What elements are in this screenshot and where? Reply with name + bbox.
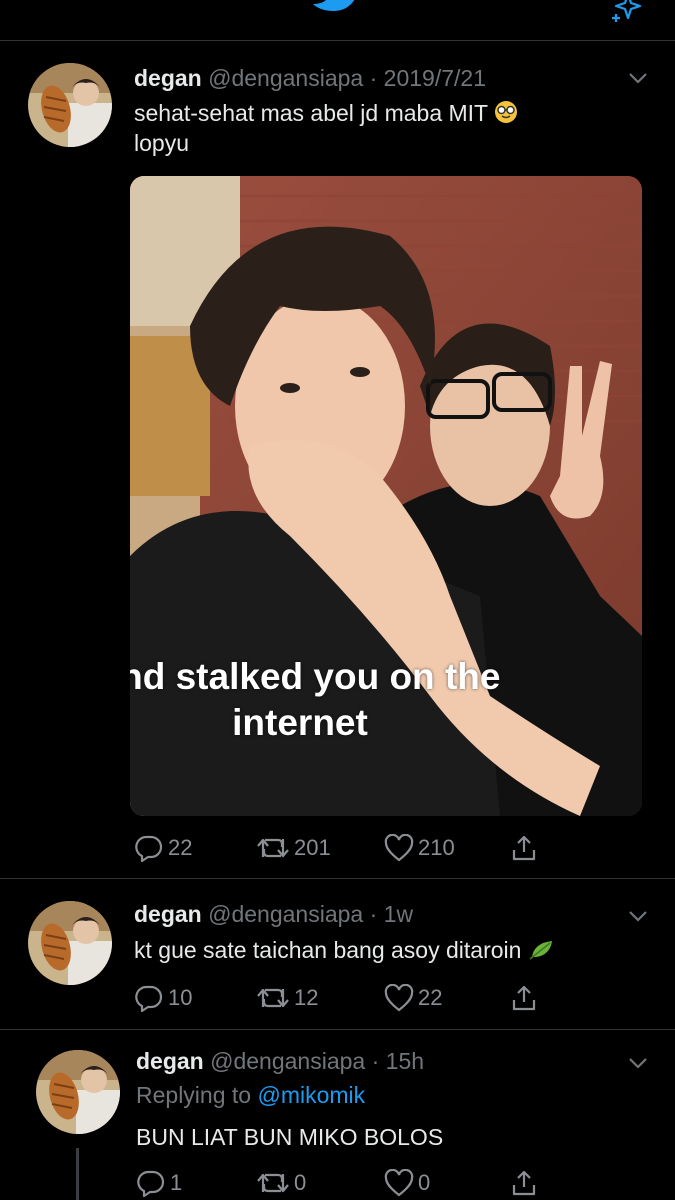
share-icon	[512, 985, 536, 1011]
reply-count: 10	[168, 985, 193, 1010]
like-count: 210	[418, 835, 455, 860]
overlay-line: internet	[232, 702, 368, 743]
tweet-text-line: lopyu	[134, 130, 189, 156]
avatar[interactable]	[28, 63, 112, 147]
reply-count: 22	[168, 835, 193, 860]
retweet-icon	[257, 1173, 289, 1193]
timestamp[interactable]: 1w	[384, 901, 413, 927]
like-button[interactable]: 210	[384, 833, 455, 863]
reply-button[interactable]: 1	[136, 1168, 182, 1198]
retweet-count: 201	[294, 835, 331, 860]
reply-button[interactable]: 22	[134, 833, 192, 863]
retweet-icon	[257, 988, 289, 1008]
tweet[interactable]: degan @dengansiapa · 1w kt gue sate taic…	[0, 879, 675, 1030]
replying-to-label: Replying to	[136, 1082, 252, 1108]
reply-button[interactable]: 10	[134, 983, 192, 1013]
retweet-button[interactable]: 0	[256, 1168, 306, 1198]
tweet-text: BUN LIAT BUN MIKO BOLOS	[136, 1122, 656, 1152]
retweet-count: 12	[294, 985, 319, 1010]
reply-icon	[137, 1170, 165, 1197]
timestamp[interactable]: 2019/7/21	[384, 65, 486, 91]
chevron-down-icon[interactable]	[627, 71, 649, 85]
mention-link[interactable]: @mikomik	[257, 1082, 365, 1108]
chevron-down-icon[interactable]	[627, 1056, 649, 1070]
tweet-actions: 1 0 0	[136, 1168, 656, 1198]
heart-icon	[384, 1169, 414, 1197]
heart-icon	[384, 834, 414, 862]
timestamp[interactable]: 15h	[386, 1048, 424, 1074]
tweet-text-line: sehat-sehat mas abel jd maba MIT	[134, 100, 488, 126]
tweet-text: sehat-sehat mas abel jd maba MIT lopyu	[134, 98, 634, 158]
tweet-text-line: kt gue sate taichan bang asoy ditaroin	[134, 937, 522, 963]
share-button[interactable]	[510, 1168, 538, 1198]
tweet-header: degan @dengansiapa · 1w	[134, 901, 413, 928]
like-button[interactable]: 0	[384, 1168, 430, 1198]
heart-icon	[384, 984, 414, 1012]
tweet-header: degan @dengansiapa · 2019/7/21	[134, 65, 486, 92]
replying-to: Replying to @mikomik	[136, 1082, 365, 1109]
tweet[interactable]: degan @dengansiapa · 2019/7/21 sehat-seh…	[0, 41, 675, 879]
separator-dot: ·	[365, 1048, 386, 1074]
thread-line	[76, 1148, 79, 1200]
avatar[interactable]	[36, 1050, 120, 1134]
like-button[interactable]: 22	[384, 983, 442, 1013]
like-count: 0	[418, 1170, 431, 1195]
retweet-button[interactable]: 201	[256, 833, 331, 863]
display-name[interactable]: degan	[134, 65, 202, 91]
tweet-text: kt gue sate taichan bang asoy ditaroin	[134, 935, 664, 965]
tweet-actions: 10 12 22	[134, 983, 654, 1013]
retweet-button[interactable]: 12	[256, 983, 318, 1013]
tweet-header: degan @dengansiapa · 15h	[136, 1048, 424, 1075]
tweet-actions: 22 201 210	[134, 833, 654, 863]
overlay-line: and stalked you on the	[130, 656, 501, 697]
reply-icon	[135, 835, 163, 862]
share-button[interactable]	[510, 983, 538, 1013]
top-bar	[0, 0, 675, 41]
user-handle[interactable]: @dengansiapa	[208, 65, 363, 91]
retweet-count: 0	[294, 1170, 307, 1195]
reply-icon	[135, 985, 163, 1012]
tweet[interactable]: degan @dengansiapa · 15h Replying to @mi…	[0, 1030, 675, 1200]
share-button[interactable]	[510, 833, 538, 863]
chevron-down-icon[interactable]	[627, 909, 649, 923]
share-icon	[512, 835, 536, 861]
nerd-face-emoji-icon	[495, 101, 518, 123]
twitter-bird-icon[interactable]	[312, 0, 362, 20]
separator-dot: ·	[363, 901, 384, 927]
avatar[interactable]	[28, 901, 112, 985]
separator-dot: ·	[363, 65, 384, 91]
user-handle[interactable]: @dengansiapa	[208, 901, 363, 927]
tweet-media-photo[interactable]: and stalked you on the internet	[130, 176, 642, 816]
leaf-emoji-icon	[529, 941, 552, 960]
share-icon	[512, 1170, 536, 1196]
like-count: 22	[418, 985, 443, 1010]
display-name[interactable]: degan	[134, 901, 202, 927]
media-overlay-caption: and stalked you on the internet	[130, 654, 530, 746]
retweet-icon	[257, 838, 289, 858]
display-name[interactable]: degan	[136, 1048, 204, 1074]
user-handle[interactable]: @dengansiapa	[210, 1048, 365, 1074]
tweet-text-line: BUN LIAT BUN MIKO BOLOS	[136, 1124, 444, 1150]
sparkle-icon[interactable]	[608, 0, 644, 26]
reply-count: 1	[170, 1170, 183, 1195]
